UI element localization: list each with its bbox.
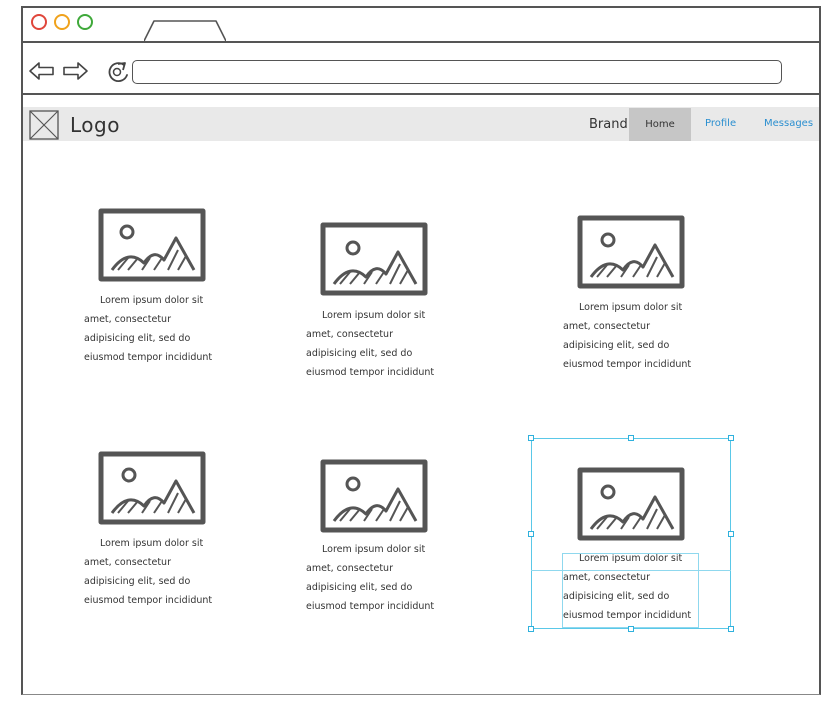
app-header	[23, 107, 819, 141]
card-description: Lorem ipsum dolor sit amet, consectetur …	[84, 291, 232, 367]
card-description: Lorem ipsum dolor sit amet, consectetur …	[84, 534, 232, 610]
nav-home-tab[interactable]: Home	[629, 108, 691, 141]
brand-label[interactable]: Brand	[589, 115, 628, 135]
resize-handle-left[interactable]	[528, 531, 534, 537]
text-line: adipisicing elit, sed do	[306, 348, 413, 359]
text-line: eiusmod tempor incididunt	[563, 359, 692, 370]
resize-handle-bottom-left[interactable]	[528, 626, 534, 632]
toolbar-divider	[21, 93, 821, 95]
card-description: Lorem ipsum dolor sit amet, consectetur …	[306, 306, 454, 382]
image-icon	[320, 459, 428, 533]
maximize-window-button[interactable]	[77, 14, 93, 30]
image-icon	[577, 215, 685, 289]
browser-tab[interactable]	[144, 20, 226, 42]
image-icon	[320, 222, 428, 296]
text-line: amet, consectetur	[84, 557, 171, 568]
text-line: adipisicing elit, sed do	[563, 340, 670, 351]
resize-handle-bottom-right[interactable]	[728, 626, 734, 632]
image-icon	[98, 451, 206, 525]
resize-handle-bottom[interactable]	[628, 626, 634, 632]
card-description: Lorem ipsum dolor sit amet, consectetur …	[563, 298, 711, 374]
text-line: amet, consectetur	[306, 563, 393, 574]
text-line: Lorem ipsum dolor sit	[322, 544, 426, 555]
text-line: eiusmod tempor incididunt	[84, 352, 213, 363]
text-line: adipisicing elit, sed do	[306, 582, 413, 593]
resize-handle-top-left[interactable]	[528, 435, 534, 441]
text-line: eiusmod tempor incididunt	[84, 595, 213, 606]
text-line: Lorem ipsum dolor sit	[322, 310, 426, 321]
close-window-button[interactable]	[31, 14, 47, 30]
minimize-window-button[interactable]	[54, 14, 70, 30]
text-line: amet, consectetur	[84, 314, 171, 325]
text-line: amet, consectetur	[563, 321, 650, 332]
forward-arrow-icon[interactable]	[61, 60, 89, 82]
image-icon	[98, 208, 206, 282]
reload-icon[interactable]	[104, 58, 132, 84]
resize-handle-top-right[interactable]	[728, 435, 734, 441]
nav-messages-link[interactable]: Messages	[764, 117, 813, 131]
resize-handle-top[interactable]	[628, 435, 634, 441]
text-line: amet, consectetur	[306, 329, 393, 340]
nav-profile-link[interactable]: Profile	[705, 117, 736, 131]
logo-text[interactable]: Logo	[70, 111, 120, 139]
nav-home-label: Home	[645, 119, 675, 130]
text-line: eiusmod tempor incididunt	[306, 367, 435, 378]
text-line: Lorem ipsum dolor sit	[100, 295, 204, 306]
text-line: Lorem ipsum dolor sit	[100, 538, 204, 549]
card-description: Lorem ipsum dolor sit amet, consectetur …	[306, 540, 454, 616]
text-line: Lorem ipsum dolor sit	[579, 302, 683, 313]
text-line: eiusmod tempor incididunt	[306, 601, 435, 612]
address-bar-input[interactable]	[132, 60, 782, 84]
text-line: adipisicing elit, sed do	[84, 333, 191, 344]
resize-handle-right[interactable]	[728, 531, 734, 537]
back-arrow-icon[interactable]	[28, 60, 56, 82]
titlebar-divider	[21, 41, 821, 43]
text-selection-outline	[562, 553, 699, 628]
text-line: adipisicing elit, sed do	[84, 576, 191, 587]
image-placeholder-icon	[29, 110, 59, 140]
